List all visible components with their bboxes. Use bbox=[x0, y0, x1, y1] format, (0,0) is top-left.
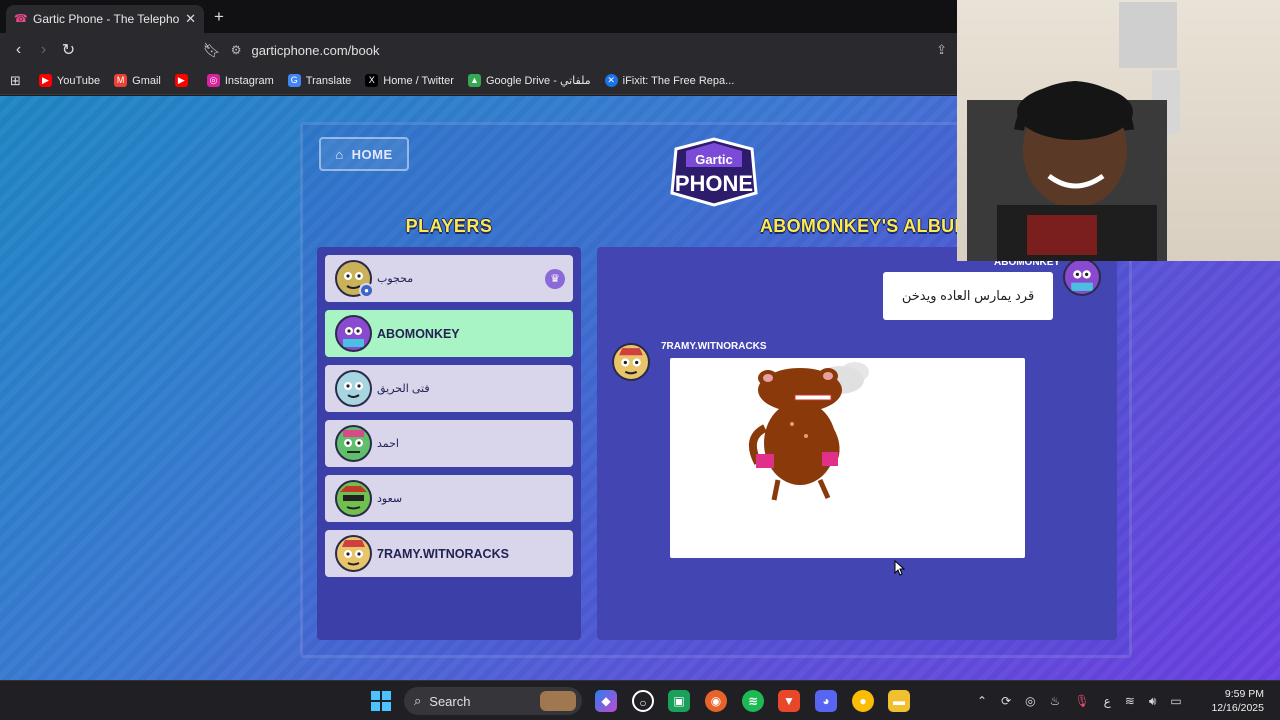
player-row[interactable]: ● محجوب ♛ bbox=[325, 255, 573, 302]
translate-icon: G bbox=[287, 74, 301, 87]
search-highlight-icon bbox=[540, 691, 576, 711]
wifi-icon[interactable]: ≋ bbox=[1125, 694, 1135, 708]
avatar bbox=[1063, 258, 1101, 296]
search-label: Search bbox=[429, 693, 471, 709]
player-row[interactable]: 7RAMY.WITNORACKS bbox=[325, 530, 573, 577]
x-icon: X bbox=[365, 74, 379, 87]
avatar bbox=[335, 535, 372, 572]
chrome-icon[interactable]: ● bbox=[852, 690, 874, 712]
close-icon[interactable]: ✕ bbox=[185, 11, 196, 27]
bookmark-ifixit[interactable]: ✕ iFixit: The Free Repa... bbox=[604, 74, 734, 87]
player-row[interactable]: فتى الحريق bbox=[325, 365, 573, 412]
file-explorer-icon[interactable]: ▬ bbox=[888, 690, 910, 712]
copilot-icon[interactable]: ◆ bbox=[595, 690, 617, 712]
bookmarks-bar: ⊞ ▶ YouTube M Gmail ▶ ◎ Instagram G Translat… bbox=[0, 67, 957, 95]
drive-icon: ▲ bbox=[467, 74, 481, 87]
firefox-icon[interactable]: ◉ bbox=[705, 690, 727, 712]
back-icon[interactable]: ‹ bbox=[6, 41, 31, 59]
microphone-icon[interactable]: 🎙︎ bbox=[1074, 694, 1089, 708]
gmail-icon: M bbox=[114, 74, 128, 87]
phone-icon: ☎ bbox=[14, 13, 28, 25]
player-name: ABOMONKEY bbox=[377, 326, 460, 341]
drawing-canvas bbox=[670, 358, 1025, 558]
message-text: قرد يمارس العاده ويدخن bbox=[901, 288, 1035, 303]
bookmark-youtube-2[interactable]: ▶ bbox=[174, 74, 193, 87]
battery-icon[interactable]: ▭ bbox=[1170, 694, 1181, 708]
brave-icon[interactable]: ▼ bbox=[778, 690, 800, 712]
screen: ☎ Gartic Phone - The Telephone Ga ✕ + ‹ … bbox=[0, 0, 1280, 720]
forward-icon[interactable]: › bbox=[31, 41, 56, 59]
home-button[interactable]: ⌂ HOME bbox=[319, 137, 409, 171]
share-icon[interactable]: ⇪ bbox=[936, 42, 947, 58]
house-icon: ⌂ bbox=[335, 146, 344, 162]
avatar bbox=[335, 425, 372, 462]
taskbar-search[interactable]: ⌕ Search bbox=[404, 687, 582, 715]
browser-toolbar: ‹ › ↻ 🔖︎ ⚙ garticphone.com/book ⇪ bbox=[0, 33, 957, 67]
player-row[interactable]: احمد bbox=[325, 420, 573, 467]
taskbar: ⌕ Search ◆ ○ ▣ ◉ ≋ ▼ ◕ ● ▬ ⌃ ⟳ ◎ ♨ 🎙︎ ع … bbox=[0, 680, 1280, 720]
bookmark-google-drive[interactable]: ▲ Google Drive - ملفاتي bbox=[467, 74, 591, 87]
player-row[interactable]: سعود bbox=[325, 475, 573, 522]
browser-tabstrip: ☎ Gartic Phone - The Telephone Ga ✕ + bbox=[0, 0, 957, 33]
players-heading: PLAYERS bbox=[405, 216, 493, 236]
album-heading: ABOMONKEY'S ALBUM bbox=[760, 216, 970, 236]
ifixit-icon: ✕ bbox=[604, 74, 618, 87]
steam-icon[interactable]: ♨ bbox=[1050, 694, 1061, 708]
bookmark-icon[interactable]: 🔖︎ bbox=[203, 42, 221, 59]
url-text: garticphone.com/book bbox=[251, 42, 380, 58]
browser-tab[interactable]: ☎ Gartic Phone - The Telephone Ga ✕ bbox=[6, 5, 204, 33]
avatar bbox=[335, 480, 372, 517]
drawing-author: 7RAMY.WITNORACKS bbox=[661, 341, 767, 352]
app-circle-icon[interactable]: ○ bbox=[632, 690, 654, 712]
player-row[interactable]: ABOMONKEY bbox=[325, 310, 573, 357]
reload-icon[interactable]: ↻ bbox=[56, 40, 81, 60]
spotify-icon[interactable]: ≋ bbox=[742, 690, 764, 712]
clock-date: 12/16/2025 bbox=[1211, 702, 1264, 714]
apps-grid-icon[interactable]: ⊞ bbox=[10, 73, 21, 89]
monkey-drawing bbox=[748, 362, 869, 501]
message-bubble: قرد يمارس العاده ويدخن bbox=[883, 272, 1053, 320]
bookmark-translate[interactable]: G Translate bbox=[287, 74, 351, 87]
webcam-video bbox=[967, 2, 1180, 261]
bookmark-instagram[interactable]: ◎ Instagram bbox=[206, 74, 274, 87]
mouse-cursor-icon bbox=[894, 560, 906, 576]
youtube-icon: ▶ bbox=[38, 74, 52, 87]
player-name: فتى الحريق bbox=[377, 383, 430, 395]
chevron-up-icon[interactable]: ⌃ bbox=[977, 694, 987, 708]
crown-icon: ♛ bbox=[545, 269, 565, 289]
players-list: ● محجوب ♛ ABOMONKEY فتى الحريق احمد سعود… bbox=[317, 247, 581, 640]
logo-text-bottom: PHONE bbox=[675, 171, 753, 196]
system-tray: ⌃ ⟳ ◎ ♨ 🎙︎ ع ≋ 🔊︎ ▭ bbox=[970, 681, 1189, 720]
new-tab-icon[interactable]: + bbox=[214, 7, 224, 27]
bookmark-gmail[interactable]: M Gmail bbox=[114, 74, 161, 87]
instagram-icon: ◎ bbox=[206, 74, 220, 87]
windows-start-icon[interactable] bbox=[371, 691, 391, 711]
language-indicator[interactable]: ع bbox=[1104, 694, 1111, 708]
player-name: سعود bbox=[377, 493, 403, 505]
logo-text-top: Gartic bbox=[695, 152, 733, 167]
android-icon[interactable]: ▣ bbox=[668, 690, 690, 712]
bookmark-youtube[interactable]: ▶ YouTube bbox=[38, 74, 100, 87]
user-badge-icon: ● bbox=[359, 283, 374, 298]
address-bar[interactable]: ⚙ garticphone.com/book bbox=[231, 37, 936, 63]
player-name: احمد bbox=[377, 438, 399, 450]
player-name: محجوب bbox=[377, 273, 414, 285]
webcam-overlay bbox=[957, 0, 1280, 261]
taskbar-clock[interactable]: 9:59 PM 12/16/2025 bbox=[1211, 687, 1264, 715]
volume-icon[interactable]: 🔊︎ bbox=[1149, 694, 1157, 709]
clock-time: 9:59 PM bbox=[1224, 688, 1264, 700]
avatar bbox=[335, 315, 372, 352]
avatar bbox=[335, 370, 372, 407]
tab-title: Gartic Phone - The Telephone Ga bbox=[33, 12, 180, 26]
player-name: 7RAMY.WITNORACKS bbox=[377, 546, 509, 561]
avatar bbox=[612, 343, 650, 381]
search-icon: ⌕ bbox=[414, 693, 422, 708]
sync-icon[interactable]: ⟳ bbox=[1001, 694, 1011, 708]
discord-icon[interactable]: ◕ bbox=[815, 690, 837, 712]
obs-icon[interactable]: ◎ bbox=[1025, 694, 1035, 708]
site-info-icon[interactable]: ⚙ bbox=[231, 43, 242, 57]
gartic-phone-logo: Gartic PHONE bbox=[670, 137, 758, 207]
bookmark-twitter[interactable]: X Home / Twitter bbox=[365, 74, 454, 87]
youtube-icon: ▶ bbox=[174, 74, 188, 87]
